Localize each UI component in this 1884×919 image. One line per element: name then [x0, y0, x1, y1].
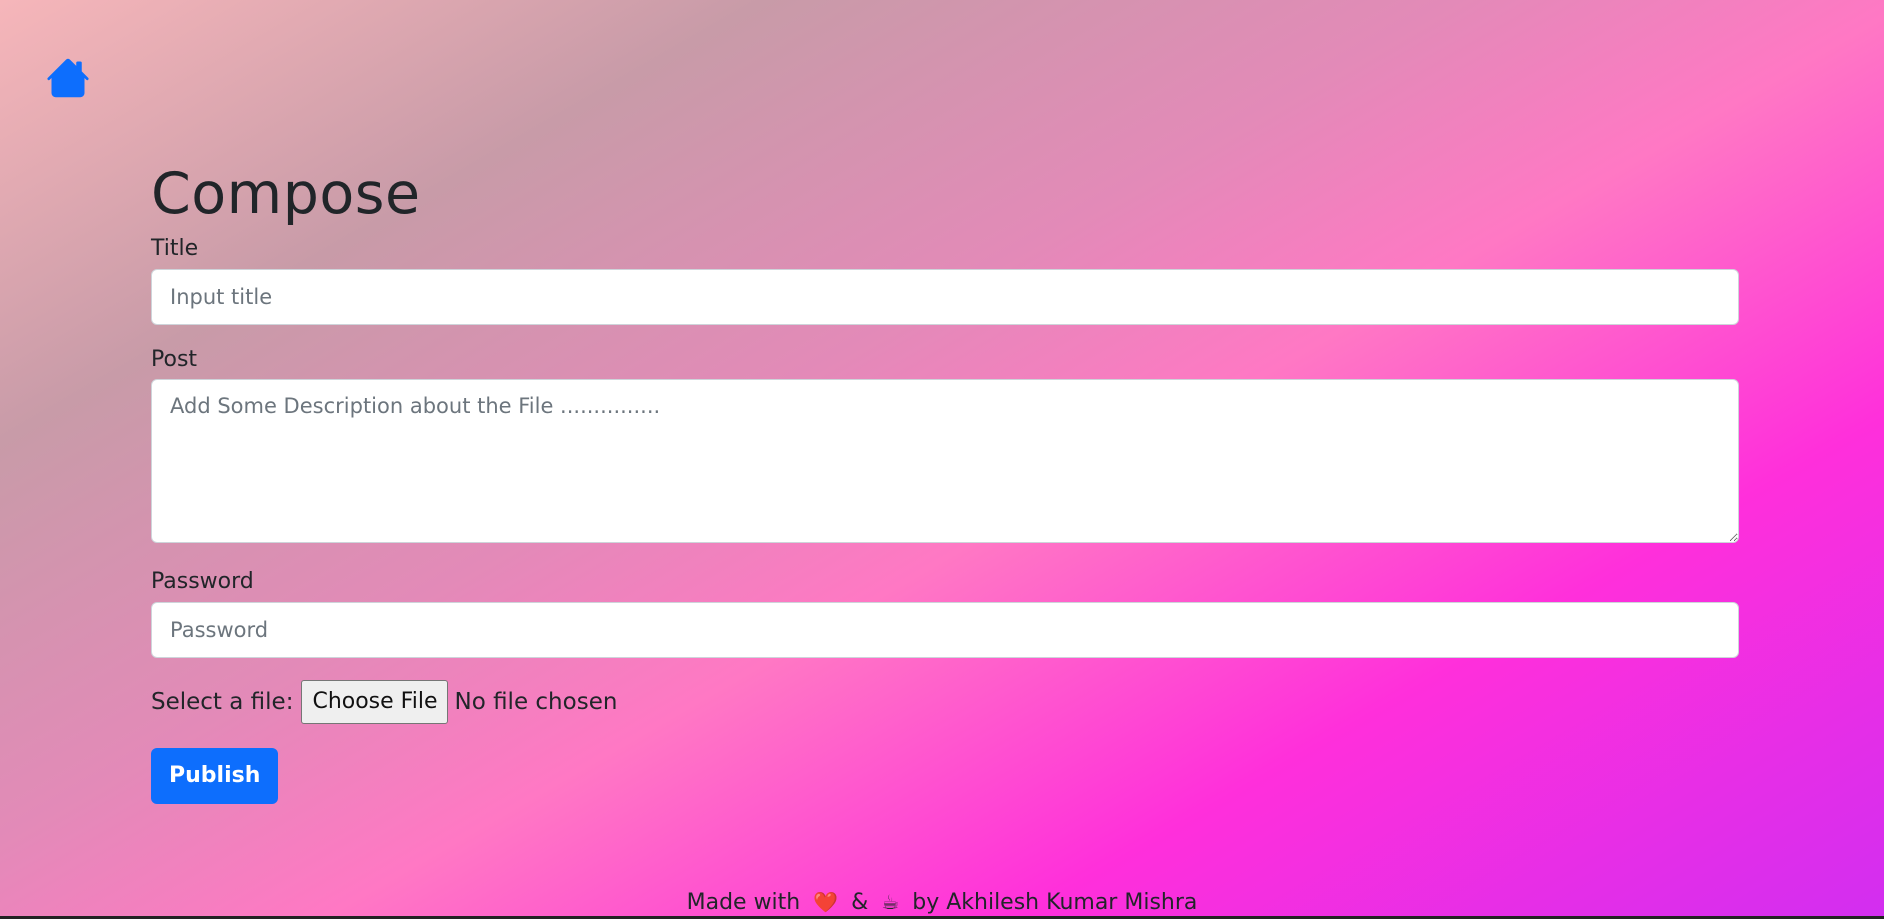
home-icon — [46, 56, 90, 100]
password-input[interactable] — [151, 601, 1739, 658]
footer-made-with: Made with — [686, 890, 801, 915]
compose-form: Compose Title Post Password Select a fil… — [151, 160, 1739, 804]
home-link[interactable] — [46, 56, 90, 100]
choose-file-button[interactable]: Choose File — [301, 679, 449, 724]
password-label: Password — [151, 569, 254, 595]
post-textarea[interactable] — [151, 379, 1739, 544]
password-field-group: Password — [151, 569, 1739, 658]
file-label: Select a file: — [151, 688, 294, 715]
footer: Made with ❤️ & ☕ by Akhilesh Kumar Mishr… — [0, 890, 1884, 915]
footer-author: by Akhilesh Kumar Mishra — [912, 890, 1198, 915]
title-label: Title — [151, 236, 199, 262]
post-field-group: Post — [151, 347, 1739, 547]
coffee-icon: ☕ — [881, 890, 900, 914]
file-upload-row: Select a file: Choose File No file chose… — [151, 679, 1739, 724]
footer-amp: & — [851, 890, 869, 915]
post-label: Post — [151, 346, 198, 372]
page-title: Compose — [151, 161, 421, 227]
file-status: No file chosen — [454, 688, 618, 715]
heart-icon: ❤️ — [813, 890, 839, 914]
title-input[interactable] — [151, 268, 1739, 325]
publish-button[interactable]: Publish — [151, 747, 279, 804]
title-field-group: Title — [151, 236, 1739, 325]
